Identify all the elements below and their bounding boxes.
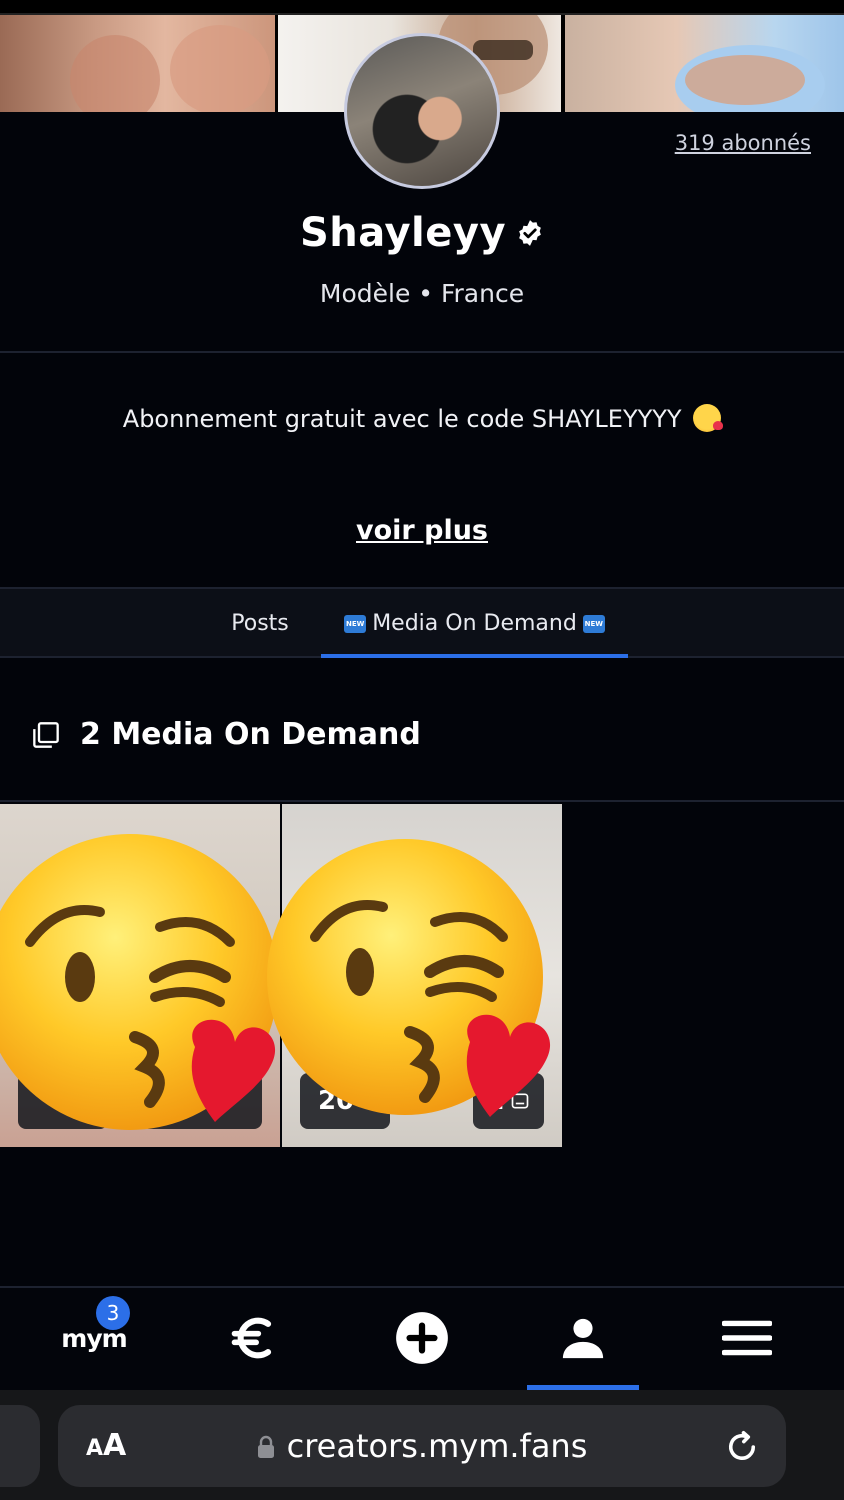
new-badge-icon: NEW xyxy=(344,614,367,633)
nav-earnings[interactable] xyxy=(198,1288,310,1388)
tab-media-on-demand-label: Media On Demand xyxy=(372,611,577,636)
address-bar[interactable]: AA creators.mym.fans xyxy=(58,1405,786,1487)
euro-icon xyxy=(231,1317,272,1359)
kissing-face-emoji-icon xyxy=(0,834,278,1130)
bottom-navigation: mym 3 xyxy=(0,1286,844,1390)
tab-posts[interactable]: Posts xyxy=(210,589,310,658)
new-badge-icon: NEW xyxy=(582,614,605,633)
section-title: 2 Media On Demand xyxy=(80,717,421,752)
profile-tabs: Posts NEW Media On Demand NEW xyxy=(0,587,844,658)
banner-image-1[interactable] xyxy=(0,15,275,112)
nav-menu[interactable] xyxy=(691,1288,803,1388)
nav-create[interactable] xyxy=(366,1288,478,1388)
media-grid: 20 1 xyxy=(0,800,844,1147)
tab-posts-label: Posts xyxy=(231,611,289,636)
menu-icon xyxy=(722,1320,772,1356)
profile-icon xyxy=(562,1318,604,1359)
bio-text: Abonnement gratuit avec le code SHAYLEYY… xyxy=(122,405,682,433)
smiling-hearts-emoji-icon xyxy=(693,404,724,432)
nav-home-mym[interactable]: mym 3 xyxy=(38,1288,150,1388)
add-icon xyxy=(396,1312,448,1364)
banner-image-3[interactable] xyxy=(565,15,844,112)
divider xyxy=(0,351,844,353)
lock-icon xyxy=(257,1435,274,1458)
browser-toolbar: AA creators.mym.fans xyxy=(0,1390,844,1500)
see-more-link[interactable]: voir plus xyxy=(0,515,844,546)
profile-name-row: Shayleyy xyxy=(0,210,844,256)
copy-icon xyxy=(33,721,59,748)
avatar[interactable] xyxy=(344,33,500,189)
url-display: creators.mym.fans xyxy=(58,1405,786,1487)
url-text: creators.mym.fans xyxy=(286,1427,588,1465)
reload-icon[interactable] xyxy=(724,1429,760,1465)
previous-tab-preview[interactable] xyxy=(0,1405,40,1487)
notification-badge: 3 xyxy=(96,1296,130,1330)
section-header: 2 Media On Demand xyxy=(32,717,421,752)
banner-top-strip xyxy=(0,0,844,15)
profile-subtitle: Modèle • France xyxy=(319,279,525,308)
kissing-face-emoji-icon xyxy=(267,839,551,1117)
verified-icon xyxy=(519,220,541,246)
tab-media-on-demand[interactable]: NEW Media On Demand NEW xyxy=(321,589,628,658)
profile-bio: Abonnement gratuit avec le code SHAYLEYY… xyxy=(0,404,844,433)
active-tab-indicator xyxy=(321,654,628,658)
nav-profile[interactable] xyxy=(527,1288,639,1388)
profile-name: Shayleyy xyxy=(299,210,507,256)
followers-link[interactable]: 319 abonnés xyxy=(675,131,811,155)
